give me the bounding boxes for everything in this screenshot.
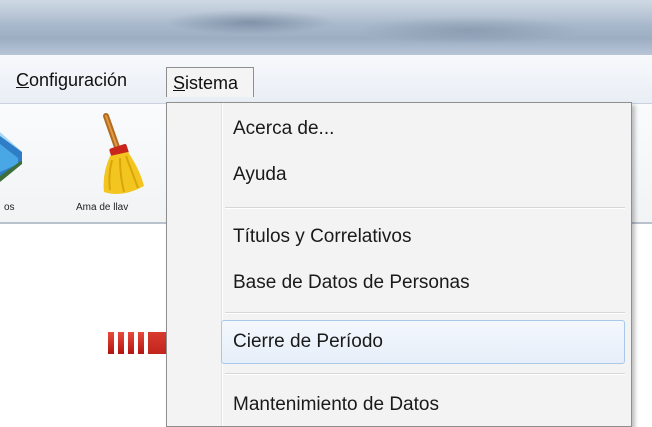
menu-item-mantenimiento-de-datos[interactable]: Mantenimiento de Datos: [233, 391, 439, 419]
menu-sistema[interactable]: Sistema: [166, 67, 254, 97]
toolbar-button-ama-de-llaves[interactable]: Ama de llav: [66, 104, 166, 222]
menu-item-titulos-y-correlativos[interactable]: Títulos y Correlativos: [233, 223, 411, 251]
menu-separator: [225, 207, 625, 209]
menu-item-cierre-de-periodo[interactable]: Cierre de Período: [233, 328, 383, 356]
sistema-dropdown-menu: Acerca de... Ayuda Títulos y Correlativo…: [166, 102, 632, 427]
toolbar-button-1[interactable]: os: [0, 104, 60, 222]
menu-sistema-accesskey: S: [173, 73, 186, 93]
menu-sistema-label: istema: [185, 73, 239, 93]
menu-item-ayuda[interactable]: Ayuda: [233, 161, 287, 189]
menu-separator: [225, 373, 625, 375]
toolbar-button-1-label: os: [4, 202, 15, 213]
menu-icon-gutter: [221, 103, 223, 426]
broom-icon: [103, 113, 144, 194]
blue-book-icon: [0, 132, 22, 182]
title-bar-glass: [0, 0, 652, 24]
menu-separator: [225, 312, 625, 314]
menu-item-acerca-de[interactable]: Acerca de...: [233, 115, 334, 143]
menu-configuracion-accesskey: C: [16, 70, 29, 90]
toolbar-button-ama-de-llaves-label: Ama de llav: [76, 202, 129, 213]
menu-configuracion[interactable]: Configuración: [10, 69, 133, 91]
window-title-bar: [0, 0, 652, 55]
menu-bar: Configuración Sistema: [0, 55, 652, 104]
menu-configuracion-label: onfiguración: [29, 70, 128, 90]
menu-item-base-de-datos-de-personas[interactable]: Base de Datos de Personas: [233, 269, 470, 297]
